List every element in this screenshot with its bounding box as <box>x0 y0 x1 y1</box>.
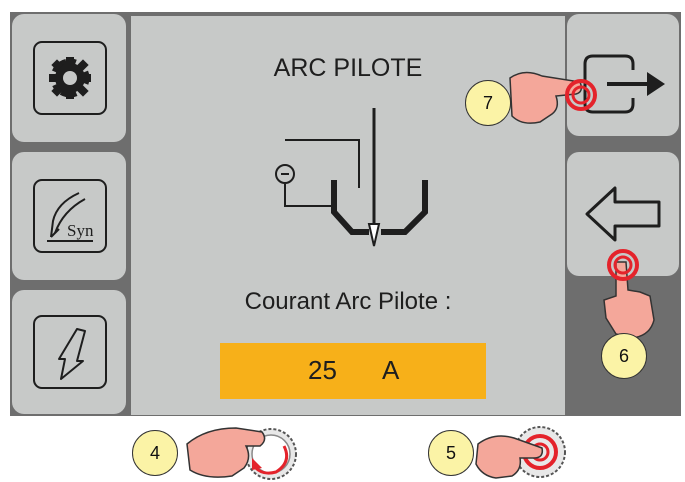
gear-icon <box>33 41 107 115</box>
callout-4: 4 <box>132 430 178 476</box>
current-unit: A <box>382 355 400 385</box>
trigger-icon <box>33 315 107 389</box>
back-arrow-icon <box>585 186 661 242</box>
rotate-knob-hand-icon-4 <box>186 427 297 480</box>
settings-button[interactable] <box>12 14 126 142</box>
pilot-arc-torch-icon <box>275 108 428 247</box>
press-knob-hand-icon-5 <box>475 426 566 479</box>
parameter-label: Courant Arc Pilote : <box>244 288 452 315</box>
callout-7: 7 <box>465 80 511 126</box>
callout-6: 6 <box>601 333 647 379</box>
main-screen: ARC PILOTE Courant Arc Pilote : 25 A <box>131 16 565 415</box>
callout-5: 5 <box>428 430 474 476</box>
exit-arrow-icon <box>583 54 665 114</box>
value-display: 25 A <box>220 343 486 399</box>
trigger-mode-button[interactable] <box>12 290 126 414</box>
back-button[interactable] <box>567 152 679 276</box>
syn-text: Syn <box>67 221 94 240</box>
exit-button[interactable] <box>567 14 679 136</box>
current-value: 25 <box>308 355 337 385</box>
synergic-button[interactable]: Syn <box>12 152 126 280</box>
syn-torch-icon: Syn <box>33 179 107 253</box>
